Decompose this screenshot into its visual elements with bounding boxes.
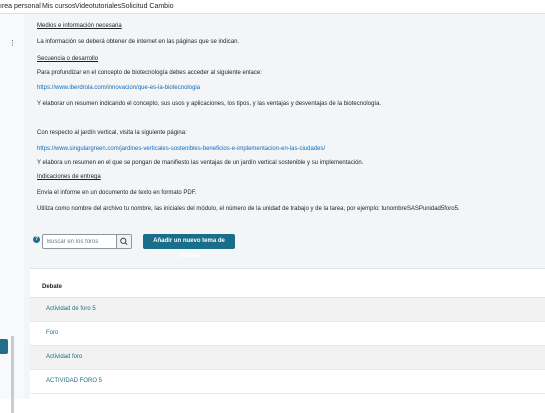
forum-search <box>42 234 132 249</box>
discussion-link[interactable]: Actividad foro <box>46 354 82 360</box>
nav-link-mis-cursos[interactable]: Mis cursos <box>42 1 75 12</box>
section-heading-indicaciones: Indicaciones de entrega <box>37 174 101 180</box>
table-header: Debate <box>30 269 545 298</box>
paragraph: Y elaborar un resumen indicando el conce… <box>37 101 382 107</box>
table-row[interactable]: Actividad foro <box>30 346 545 370</box>
discussion-table: Debate Actividad de foro 5 Foro Activida… <box>30 268 545 400</box>
discussion-link[interactable]: Foro <box>46 330 58 336</box>
discussion-link[interactable]: ACTIVIDAD FORO 5 <box>46 378 102 384</box>
table-row[interactable]: Actividad de foro 5 <box>30 298 545 322</box>
section-heading-medios: Medios e información necesaria <box>37 23 122 29</box>
search-input[interactable] <box>43 235 117 248</box>
search-button[interactable] <box>116 235 131 248</box>
section-heading-secuencia: Secuencia o desarrollo <box>37 56 99 62</box>
discussion-link[interactable]: Actividad de foro 5 <box>46 306 96 312</box>
paragraph: La información se deberá obtener de inte… <box>37 39 240 45</box>
table-row[interactable]: ACTIVIDAD FORO 5 <box>30 370 545 394</box>
top-navigation: ırea personal Mis cursos Videotutoriales… <box>0 0 545 14</box>
link-iberdrola[interactable]: https://www.iberdrola.com/innovacion/que… <box>37 84 200 92</box>
nav-link-area-personal[interactable]: ırea personal <box>0 1 41 12</box>
scrollbar[interactable] <box>11 336 14 413</box>
question-circle-icon[interactable]: ? <box>33 236 40 243</box>
paragraph: Para profundizar en el concepto de biote… <box>37 70 262 76</box>
link-singulargreen[interactable]: https://www.singulargreen.com/jardines-v… <box>37 145 325 153</box>
paragraph: Y elabora un resumen en el que se pongan… <box>37 160 364 166</box>
paragraph: Con respecto al jardín vertical, visita … <box>37 130 187 136</box>
paragraph: Utiliza como nombre del archivo tu nombr… <box>37 206 460 212</box>
column-header-debate[interactable]: Debate <box>42 284 62 290</box>
search-icon <box>120 237 128 246</box>
table-row[interactable]: Foro <box>30 322 545 346</box>
paragraph: Envía el informe en un documento de text… <box>37 190 197 196</box>
nav-link-solicitud-cambio[interactable]: Solicitud Cambio <box>121 1 174 12</box>
drawer-toggle-button[interactable] <box>0 339 8 354</box>
vertical-ellipsis-icon[interactable]: ⋮ <box>9 40 16 47</box>
add-discussion-button[interactable]: Añadir un nuevo tema de debate <box>143 234 235 259</box>
nav-link-videotutoriales[interactable]: Videotutoriales <box>75 1 121 12</box>
